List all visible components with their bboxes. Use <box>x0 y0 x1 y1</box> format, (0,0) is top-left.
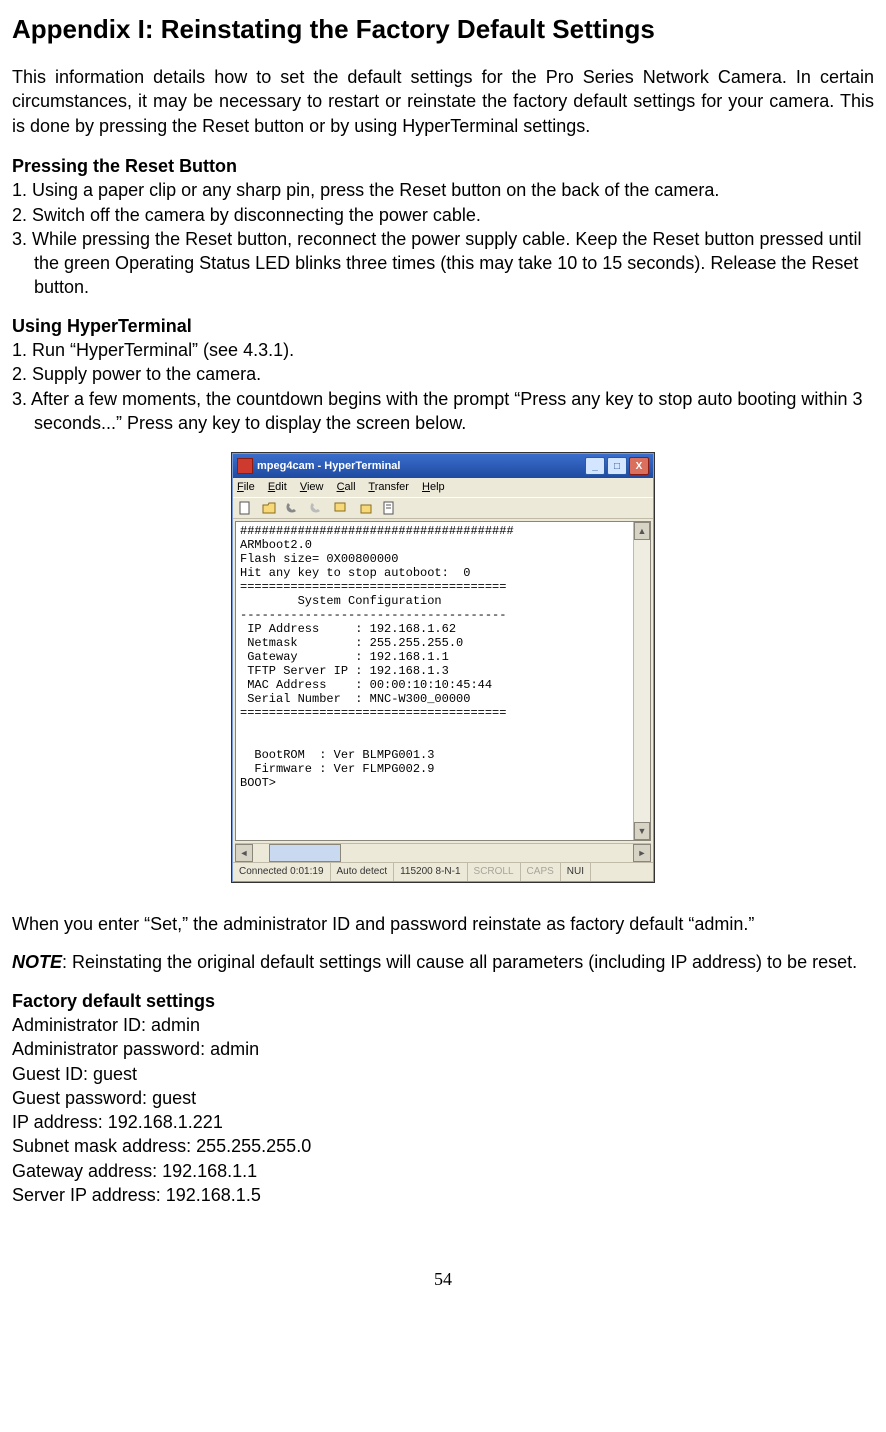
scroll-up-icon[interactable]: ▲ <box>634 522 650 540</box>
scroll-left-icon[interactable]: ◄ <box>235 844 253 862</box>
factory-admin-id: Administrator ID: admin <box>12 1013 874 1037</box>
factory-heading: Factory default settings <box>12 989 874 1013</box>
scroll-track[interactable] <box>634 540 650 822</box>
page-title: Appendix I: Reinstating the Factory Defa… <box>12 12 874 47</box>
close-button[interactable]: X <box>629 457 649 475</box>
app-icon <box>237 458 253 474</box>
status-num: NUI <box>561 863 591 881</box>
hyperterminal-heading: Using HyperTerminal <box>12 314 874 338</box>
menu-file[interactable]: File <box>237 481 255 493</box>
window-titlebar: mpeg4cam - HyperTerminal _ □ X <box>233 454 653 478</box>
status-line: 115200 8-N-1 <box>394 863 467 881</box>
receive-icon[interactable] <box>357 500 373 516</box>
menu-bar: File Edit View Call Transfer Help <box>233 478 653 497</box>
toolbar <box>233 497 653 519</box>
set-command-text: When you enter “Set,” the administrator … <box>12 912 874 936</box>
properties-icon[interactable] <box>381 500 397 516</box>
status-caps: CAPS <box>521 863 561 881</box>
status-bar: Connected 0:01:19 Auto detect 115200 8-N… <box>233 862 653 881</box>
ht-step-3: 3. After a few moments, the countdown be… <box>12 387 874 436</box>
reset-step-2: 2. Switch off the camera by disconnectin… <box>12 203 874 227</box>
factory-gateway: Gateway address: 192.168.1.1 <box>12 1159 874 1183</box>
scroll-right-icon[interactable]: ► <box>633 844 651 862</box>
terminal-output: ###################################### A… <box>236 522 633 840</box>
menu-call[interactable]: Call <box>337 481 356 493</box>
open-icon[interactable] <box>261 500 277 516</box>
hscroll-track[interactable] <box>341 844 633 860</box>
factory-subnet: Subnet mask address: 255.255.255.0 <box>12 1134 874 1158</box>
new-icon[interactable] <box>237 500 253 516</box>
vertical-scrollbar[interactable]: ▲ ▼ <box>633 522 650 840</box>
disconnect-icon[interactable] <box>309 500 325 516</box>
menu-edit[interactable]: Edit <box>268 481 287 493</box>
reset-heading: Pressing the Reset Button <box>12 154 874 178</box>
hyperterminal-window: mpeg4cam - HyperTerminal _ □ X File Edit… <box>232 453 654 882</box>
status-detect: Auto detect <box>331 863 395 881</box>
call-icon[interactable] <box>285 500 301 516</box>
send-icon[interactable] <box>333 500 349 516</box>
minimize-button[interactable]: _ <box>585 457 605 475</box>
intro-paragraph: This information details how to set the … <box>12 65 874 138</box>
menu-transfer[interactable]: Transfer <box>368 481 409 493</box>
note-block: NOTE: Reinstating the original default s… <box>12 950 874 974</box>
status-scroll: SCROLL <box>468 863 521 881</box>
horizontal-scrollbar[interactable]: ◄ ► <box>235 843 651 860</box>
ht-step-1: 1. Run “HyperTerminal” (see 4.3.1). <box>12 338 874 362</box>
menu-view[interactable]: View <box>300 481 324 493</box>
factory-guest-pw: Guest password: guest <box>12 1086 874 1110</box>
factory-guest-id: Guest ID: guest <box>12 1062 874 1086</box>
ht-step-2: 2. Supply power to the camera. <box>12 362 874 386</box>
page-number: 54 <box>12 1267 874 1291</box>
factory-server: Server IP address: 192.168.1.5 <box>12 1183 874 1207</box>
factory-ip: IP address: 192.168.1.221 <box>12 1110 874 1134</box>
maximize-button[interactable]: □ <box>607 457 627 475</box>
note-label: NOTE <box>12 952 62 972</box>
window-title: mpeg4cam - HyperTerminal <box>257 459 585 474</box>
hscroll-thumb[interactable] <box>269 844 341 862</box>
reset-step-3: 3. While pressing the Reset button, reco… <box>12 227 874 300</box>
reset-step-1: 1. Using a paper clip or any sharp pin, … <box>12 178 874 202</box>
scroll-down-icon[interactable]: ▼ <box>634 822 650 840</box>
status-connected: Connected 0:01:19 <box>233 863 331 881</box>
menu-help[interactable]: Help <box>422 481 445 493</box>
factory-admin-pw: Administrator password: admin <box>12 1037 874 1061</box>
note-text: : Reinstating the original default setti… <box>62 952 857 972</box>
